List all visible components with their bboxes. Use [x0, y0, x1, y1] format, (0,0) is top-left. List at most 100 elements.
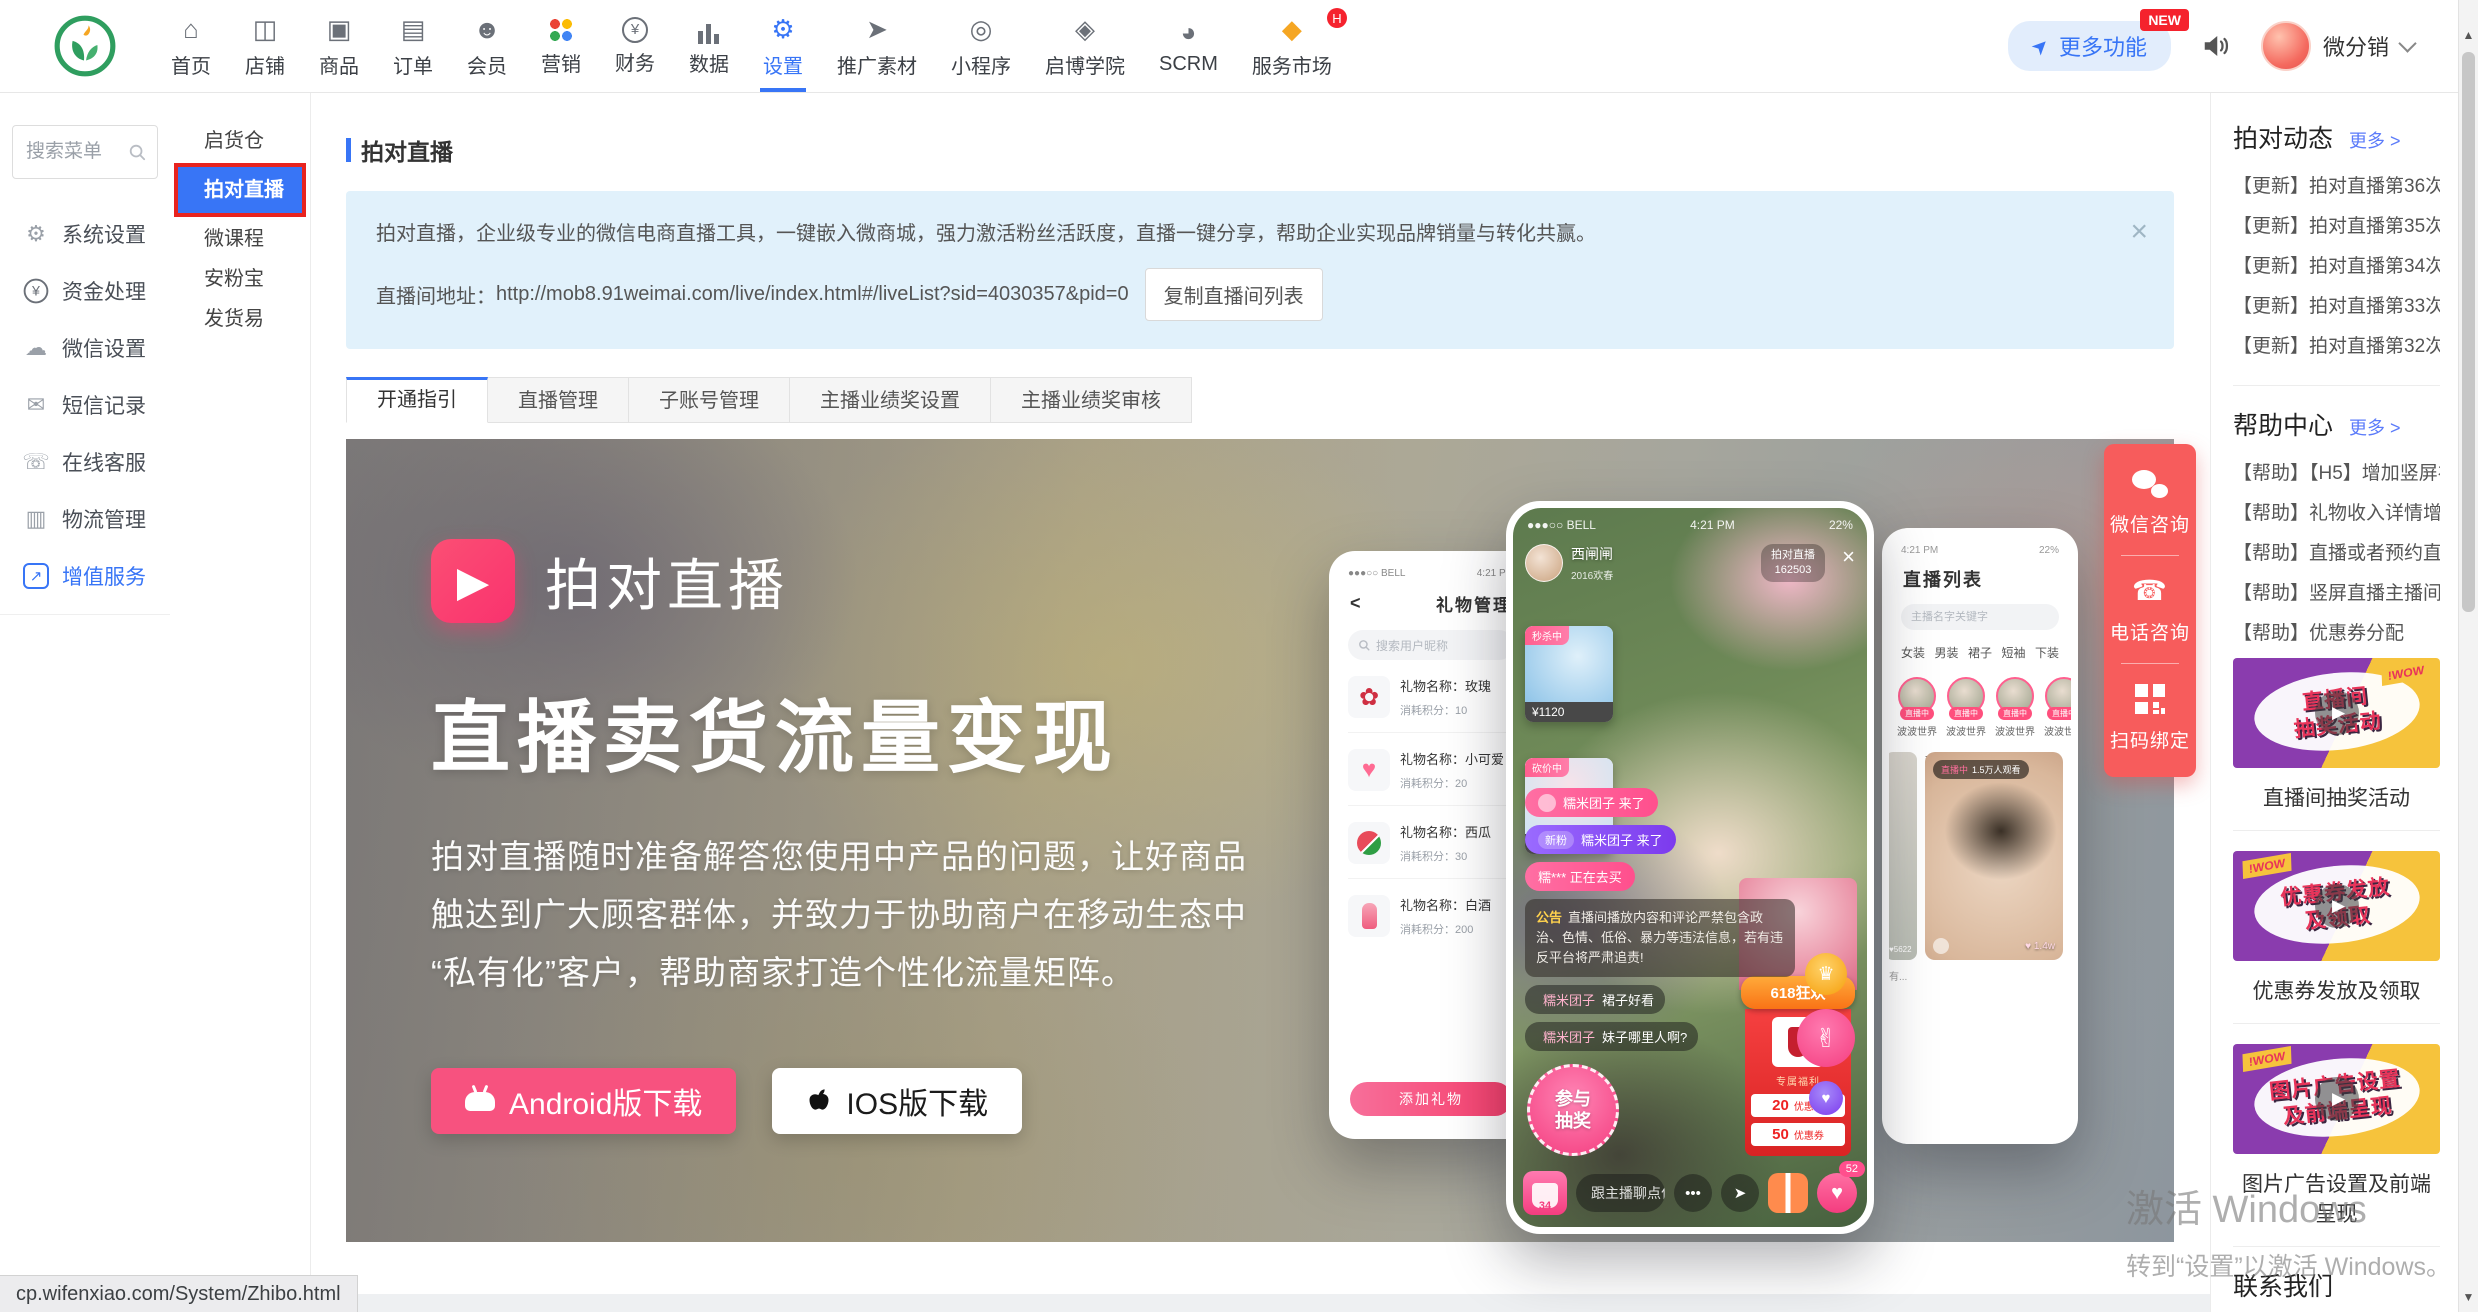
news-item[interactable]: 【更新】拍对直播第32次更新... — [2233, 327, 2440, 367]
news-more-link[interactable]: 更多 > — [2349, 127, 2401, 153]
video-thumbnail[interactable]: !WOW 直播间 抽奖活动 ▶ — [2233, 658, 2440, 768]
help-item[interactable]: 【帮助】直播或者预约直播，... — [2233, 534, 2440, 574]
chat-overlay: 糯米团子 来了 新粉 糯米团子 来了 糯*** 正在去买 公告直播间播放内容和评… — [1525, 788, 1795, 1051]
chat-message: 糯米团子 妹子哪里人啊? — [1525, 1022, 1698, 1051]
nav-item-market[interactable]: ◆ H 服务市场 — [1235, 0, 1349, 92]
scroll-down-arrow[interactable]: ▼ — [2459, 1290, 2478, 1304]
nav-label: 小程序 — [951, 50, 1011, 79]
browser-scrollbar[interactable]: ▲ ▼ — [2458, 0, 2478, 1312]
news-item[interactable]: 【更新】拍对直播第34次更新... — [2233, 247, 2440, 287]
download-buttons: Android版下载 IOS版下载 — [431, 1068, 1247, 1134]
nav-item-members[interactable]: ☻ 会员 — [450, 0, 524, 92]
play-button-icon[interactable]: ▶ — [2315, 691, 2359, 735]
nav-item-orders[interactable]: ▤ 订单 — [376, 0, 450, 92]
divider — [2233, 1246, 2440, 1247]
banner-headline: 直播卖货流量变现 — [431, 673, 1247, 788]
help-item[interactable]: 【帮助】竖屏直播主播间连麦 PK — [2233, 574, 2440, 614]
video-thumbnail[interactable]: !WOW 图片广告设置 及前端呈现 ▶ — [2233, 1044, 2440, 1154]
banner-desc-line: “私有化”客户，帮助商家打造个性化流量矩阵。 — [431, 944, 1247, 1002]
yen-circle-icon: ¥ — [24, 278, 49, 303]
tab-subaccount-management[interactable]: 子账号管理 — [629, 377, 790, 423]
sidebar-item-logistics[interactable]: ▥ 物流管理 — [0, 490, 170, 547]
submenu-item-paidui-live[interactable]: 拍对直播 — [178, 167, 302, 213]
more-features-button[interactable]: ➤ 更多功能 NEW — [2008, 21, 2171, 71]
submenu-item-qihuocang[interactable]: 启货仓 — [170, 121, 310, 161]
tab-anchor-bonus-review[interactable]: 主播业绩奖审核 — [991, 377, 1192, 423]
tab-anchor-bonus-settings[interactable]: 主播业绩奖设置 — [790, 377, 991, 423]
like-count: ♥ 1.4w — [2025, 941, 2055, 952]
nav-item-finance[interactable]: ¥ 财务 — [598, 0, 672, 92]
nav-item-marketing[interactable]: 营销 — [524, 0, 598, 92]
sidebar-item-funds[interactable]: ¥ 资金处理 — [0, 262, 170, 319]
nav-item-data[interactable]: 数据 — [672, 0, 746, 92]
news-item[interactable]: 【更新】拍对直播第33次更新... — [2233, 287, 2440, 327]
android-robot-icon — [465, 1092, 495, 1111]
sidebar-item-sms-records[interactable]: ✉ 短信记录 — [0, 376, 170, 433]
nav-item-academy[interactable]: ◈ 启博学院 — [1028, 0, 1142, 92]
android-download-button[interactable]: Android版下载 — [431, 1068, 736, 1134]
submenu-item-fahuoyi[interactable]: 发货易 — [170, 299, 310, 339]
nav-item-home[interactable]: ⌂ 首页 — [154, 0, 228, 92]
phone-consult-button[interactable]: ☎ 电话咨询 — [2104, 556, 2196, 663]
help-item[interactable]: 【帮助】礼物收入详情增加粉... — [2233, 494, 2440, 534]
play-button-icon[interactable]: ▶ — [2315, 1077, 2359, 1121]
main-menu: ⌂ 首页 ◫ 店铺 ▣ 商品 ▤ 订单 ☻ 会员 营销 — [154, 0, 1349, 92]
menu-search-input[interactable] — [24, 140, 120, 164]
nav-item-goods[interactable]: ▣ 商品 — [302, 0, 376, 92]
scan-bind-button[interactable]: 扫码绑定 — [2104, 664, 2196, 771]
help-more-link[interactable]: 更多 > — [2349, 414, 2401, 440]
copy-live-list-button[interactable]: 复制直播间列表 — [1145, 268, 1323, 321]
wechat-icon — [2132, 470, 2168, 498]
marketing-dots-icon — [547, 16, 575, 44]
bar-chart-icon — [695, 16, 723, 44]
menu-search-box[interactable] — [12, 125, 158, 179]
nav-item-scrm[interactable]: ◕ SCRM — [1142, 0, 1235, 92]
phone-mockup-live-room: ●●●○○ BELL 4:21 PM 22% 西闸闸 2016欢春 拍对直播 1… — [1506, 501, 1874, 1234]
shopping-bag-icon: 34 — [1523, 1171, 1567, 1215]
nav-item-promote[interactable]: ➤ 推广素材 — [820, 0, 934, 92]
submenu-item-anfenbao[interactable]: 安粉宝 — [170, 259, 310, 299]
scroll-up-arrow[interactable]: ▲ — [2459, 28, 2478, 42]
news-item[interactable]: 【更新】拍对直播第35次更新... — [2233, 207, 2440, 247]
phone-statusbar: 4:21 PM 22% — [1889, 535, 2071, 556]
tab-opening-guide[interactable]: 开通指引 — [346, 377, 488, 423]
help-item[interactable]: 【帮助】优惠券分配 — [2233, 614, 2440, 654]
video-thumbnail[interactable]: !WOW 优惠券发放 及领取 ▶ — [2233, 851, 2440, 961]
like-heart-icon: ♥ 52 — [1817, 1173, 1857, 1213]
nav-item-miniprogram[interactable]: ◎ 小程序 — [934, 0, 1028, 92]
gift-points: 消耗积分：20 — [1400, 775, 1504, 791]
scrollbar-thumb[interactable] — [2462, 52, 2475, 612]
wechat-consult-button[interactable]: 微信咨询 — [2104, 450, 2196, 555]
victory-hand-icon: ✌ — [1797, 1009, 1855, 1067]
play-button-icon[interactable]: ▶ — [2315, 884, 2359, 928]
ios-download-button[interactable]: IOS版下载 — [772, 1068, 1022, 1134]
brand-logo[interactable] — [52, 13, 118, 79]
help-item[interactable]: 【帮助】【H5】增加竖屏礼物... — [2233, 454, 2440, 494]
nav-item-store[interactable]: ◫ 店铺 — [228, 0, 302, 92]
sidebar-item-label: 在线客服 — [62, 447, 146, 477]
right-sidebar: 拍对动态 更多 > 【更新】拍对直播第36次更新... 【更新】拍对直播第35次… — [2210, 93, 2458, 1312]
android-download-label: Android版下载 — [509, 1079, 702, 1123]
new-fan-tag: 新粉 — [1538, 831, 1574, 849]
channel-name: 波波世界 — [1897, 723, 1937, 738]
tab-live-management[interactable]: 直播管理 — [488, 377, 629, 423]
news-item[interactable]: 【更新】拍对直播第36次更新... — [2233, 167, 2440, 207]
live-badge: 直播中 — [2047, 707, 2071, 720]
store-icon: ◫ — [253, 14, 278, 46]
more-dots-icon: ••• — [1674, 1174, 1712, 1212]
submenu-item-weikecheng[interactable]: 微课程 — [170, 219, 310, 259]
streamer-subtitle: 2016欢春 — [1571, 567, 1613, 582]
live-bottom-bar: 34 跟主播聊点什么? ••• ➤ ♥ 52 — [1523, 1171, 1857, 1215]
sidebar-item-label: 系统设置 — [62, 219, 146, 249]
home-icon: ⌂ — [183, 14, 199, 46]
speaker-icon[interactable] — [2201, 31, 2231, 61]
sidebar-item-system-settings[interactable]: ⚙ 系统设置 — [0, 205, 170, 262]
sidebar-item-value-added-services[interactable]: ↗ 增值服务 — [0, 547, 170, 604]
account-menu[interactable]: 微分销 — [2261, 21, 2414, 71]
streamer-name: 西闸闸 — [1571, 544, 1613, 564]
sidebar-item-online-service[interactable]: ☏ 在线客服 — [0, 433, 170, 490]
nav-item-settings[interactable]: ⚙ 设置 — [746, 0, 820, 92]
live-badge: 直播中 — [1941, 765, 1968, 775]
sidebar-item-wechat-settings[interactable]: ☁ 微信设置 — [0, 319, 170, 376]
close-icon[interactable]: × — [2130, 217, 2148, 247]
